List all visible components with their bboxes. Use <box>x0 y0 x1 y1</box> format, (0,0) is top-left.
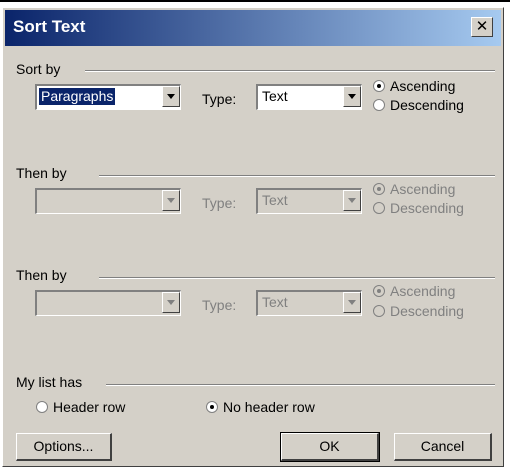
then-by-2-label: Then by <box>16 267 67 283</box>
chevron-down-icon[interactable] <box>343 86 361 107</box>
sort-by-descending-radio[interactable]: Descending <box>373 97 464 113</box>
no-header-row-label: No header row <box>223 399 315 415</box>
then-by-2-descending-radio[interactable]: Descending <box>373 303 464 319</box>
header-row-label: Header row <box>53 399 126 415</box>
then-by-1-descending-radio[interactable]: Descending <box>373 200 464 216</box>
then-by-1-ascending-radio[interactable]: Ascending <box>373 181 455 197</box>
my-list-has-label: My list has <box>16 374 83 390</box>
then-by-2-ascending-label: Ascending <box>390 283 456 299</box>
title-bar[interactable]: Sort Text ✕ <box>5 10 501 46</box>
options-button[interactable]: Options... <box>16 433 112 461</box>
radio-selected-icon <box>373 285 385 297</box>
then-by-2-field-select[interactable] <box>35 290 181 316</box>
chevron-down-icon[interactable] <box>162 86 180 107</box>
sort-text-dialog: Sort Text ✕ Sort by Paragraphs Type: Tex… <box>2 7 504 467</box>
sort-by-ascending-label: Ascending <box>390 78 456 94</box>
then-by-1-type-select[interactable]: Text <box>256 188 362 214</box>
top-border-line <box>0 0 510 2</box>
then-by-1-field-select[interactable] <box>35 188 181 214</box>
sort-by-field-select[interactable]: Paragraphs <box>35 84 181 110</box>
then-by-1-descending-label: Descending <box>390 200 464 216</box>
then-by-2-type-select[interactable]: Text <box>256 290 362 316</box>
sort-by-field-value: Paragraphs <box>39 88 116 105</box>
header-row-radio[interactable]: Header row <box>36 399 125 415</box>
my-list-has-divider <box>106 384 495 386</box>
then-by-2-type-label: Type: <box>202 297 237 313</box>
chevron-down-icon[interactable] <box>343 292 361 313</box>
dialog-title: Sort Text <box>13 17 86 36</box>
sort-by-descending-label: Descending <box>390 97 464 113</box>
radio-selected-icon <box>206 401 218 413</box>
then-by-1-type-label: Type: <box>202 195 237 211</box>
close-button[interactable]: ✕ <box>471 17 493 37</box>
sort-by-label: Sort by <box>16 61 61 77</box>
chevron-down-icon[interactable] <box>162 292 180 313</box>
then-by-2-type-value: Text <box>262 294 288 310</box>
then-by-2-divider <box>99 277 495 279</box>
no-header-row-radio[interactable]: No header row <box>206 399 315 415</box>
sort-by-type-value: Text <box>262 88 288 104</box>
sort-by-ascending-radio[interactable]: Ascending <box>373 78 455 94</box>
close-icon: ✕ <box>475 18 489 35</box>
ok-button[interactable]: OK <box>280 432 380 462</box>
then-by-1-divider <box>99 175 495 177</box>
radio-selected-icon <box>373 183 385 195</box>
sort-by-type-label: Type: <box>202 91 237 107</box>
then-by-1-type-value: Text <box>262 192 288 208</box>
cancel-button[interactable]: Cancel <box>394 433 492 461</box>
radio-unselected-icon <box>36 401 48 413</box>
chevron-down-icon[interactable] <box>162 190 180 211</box>
then-by-1-label: Then by <box>16 165 67 181</box>
sort-by-type-select[interactable]: Text <box>256 84 362 110</box>
then-by-2-ascending-radio[interactable]: Ascending <box>373 283 455 299</box>
sort-by-divider <box>85 70 495 72</box>
radio-unselected-icon <box>373 202 385 214</box>
then-by-1-ascending-label: Ascending <box>390 181 456 197</box>
radio-selected-icon <box>373 80 385 92</box>
radio-unselected-icon <box>373 305 385 317</box>
chevron-down-icon[interactable] <box>343 190 361 211</box>
then-by-2-descending-label: Descending <box>390 303 464 319</box>
radio-unselected-icon <box>373 99 385 111</box>
